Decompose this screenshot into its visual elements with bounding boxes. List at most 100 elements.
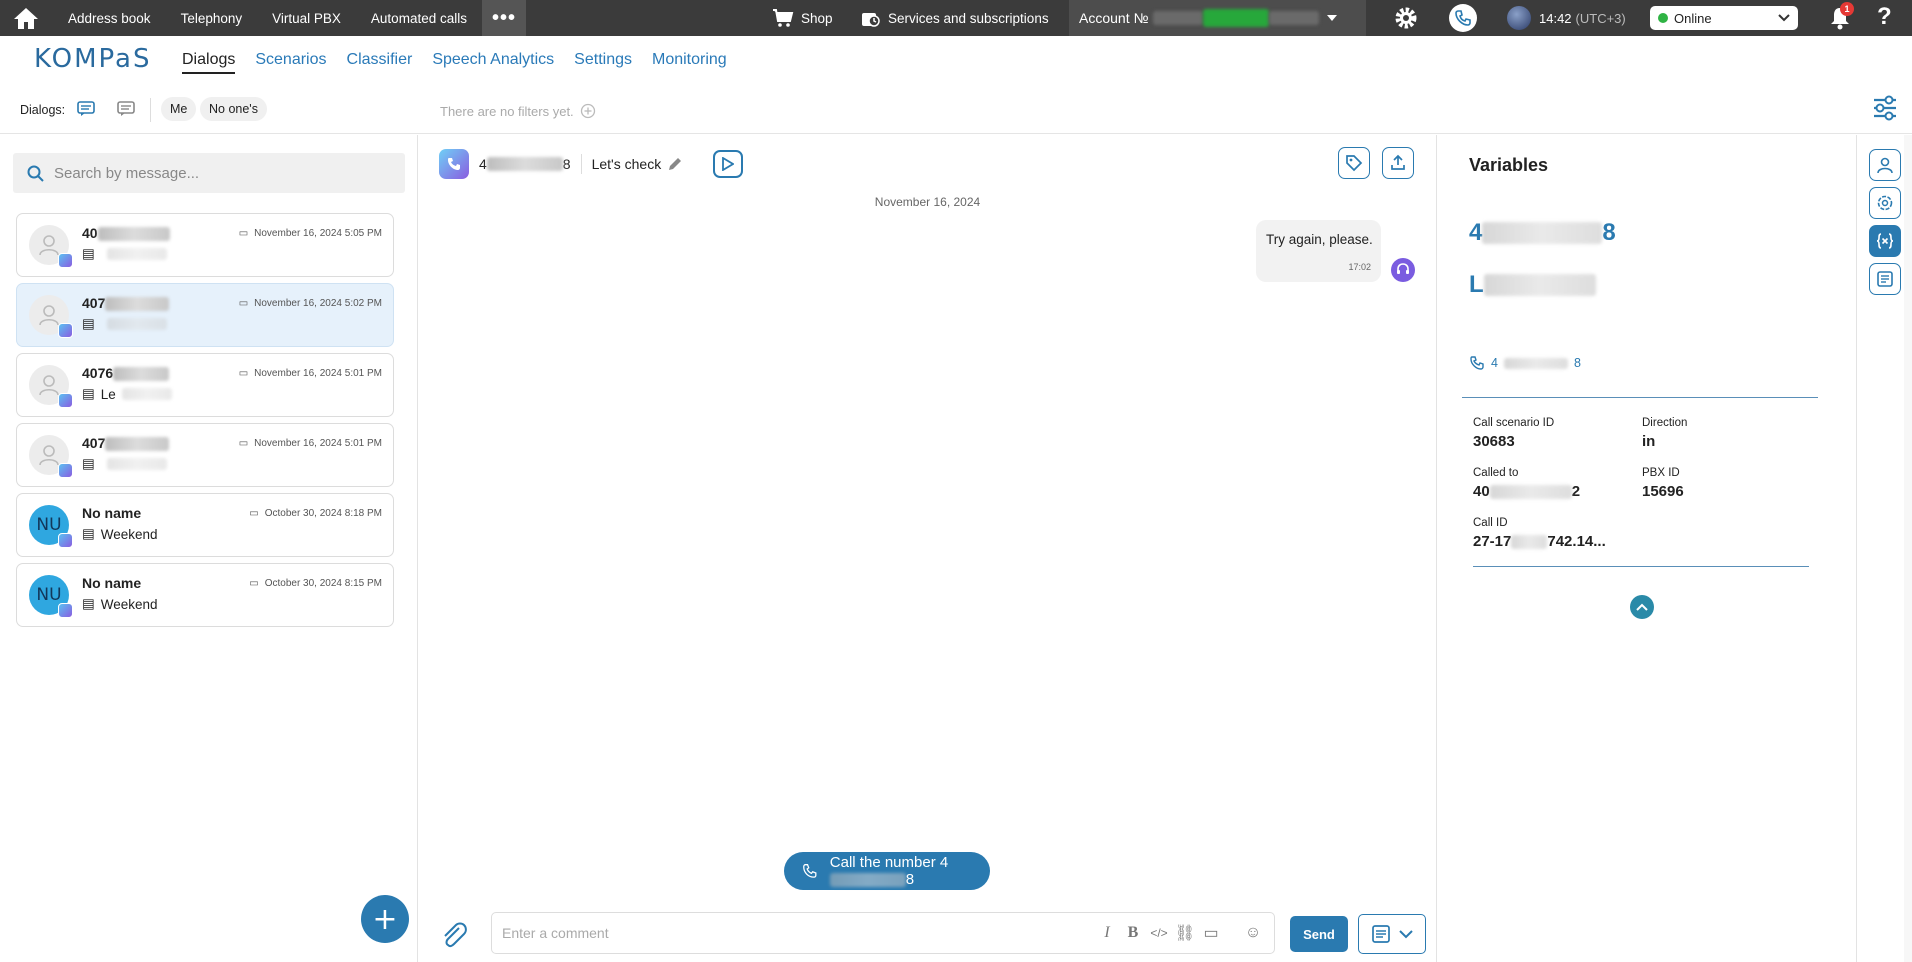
chat-icon: ▭ [249, 578, 259, 589]
tab-monitoring[interactable]: Monitoring [652, 51, 727, 74]
dialog-preview: ▤ Le [82, 386, 172, 402]
pencil-icon[interactable] [667, 156, 683, 172]
comment-box[interactable]: I B </> ⛓ ▭ ☺ [491, 912, 1275, 954]
avatar [29, 435, 73, 478]
date-separator: November 16, 2024 [874, 195, 981, 209]
dialog-preview: ▤ [82, 246, 167, 262]
home-icon[interactable] [0, 0, 52, 36]
call-number-button[interactable]: Call the number 48 [784, 852, 990, 890]
filter-chip-no-ones[interactable]: No one's [200, 97, 267, 121]
side-rail [1856, 135, 1912, 962]
var-called-to: Called to 40 2 [1473, 467, 1581, 500]
play-recording-button[interactable] [713, 150, 744, 178]
dialog-preview: ▤ [82, 456, 167, 472]
scrollbar[interactable] [1904, 135, 1912, 962]
new-dialog-button[interactable]: + [361, 895, 409, 943]
attach-icon[interactable] [439, 920, 469, 953]
format-toolbar: I B </> ⛓ ▭ ☺ [1098, 923, 1262, 943]
comment-input[interactable] [502, 925, 1062, 941]
dialog-preview: ▤ Weekend [82, 596, 158, 612]
filter-my-dialogs-icon[interactable] [72, 97, 100, 121]
user-placeholder-icon [39, 235, 59, 256]
notification-badge: 1 [1840, 2, 1854, 16]
account-name-redacted [1268, 11, 1319, 25]
chat-icon: ▭ [238, 438, 249, 449]
top-bar: Address book Telephony Virtual PBX Autom… [0, 0, 1912, 36]
search-box[interactable] [13, 153, 405, 193]
link-icon[interactable]: ⛓ [1175, 923, 1195, 943]
dialog-item[interactable]: 4076 ▤ Le ▭ November 16, 2024 5:01 PM [16, 353, 394, 417]
templates-button[interactable] [1358, 914, 1426, 954]
rail-ai-button[interactable] [1869, 187, 1901, 219]
topnav-virtual-pbx[interactable]: Virtual PBX [257, 0, 356, 36]
add-filter-icon[interactable] [580, 103, 596, 119]
user-avatar[interactable] [1507, 6, 1531, 30]
scenario-icon: ▤ [82, 456, 95, 471]
topnav-telephony[interactable]: Telephony [166, 0, 258, 36]
gear-icon[interactable] [1393, 5, 1419, 34]
phone-icon [1455, 10, 1471, 26]
contact-phone[interactable]: 48 [1469, 355, 1581, 371]
dialog-date: ▭ November 16, 2024 5:02 PM [238, 298, 382, 309]
call-number-label: Call the number 48 [829, 854, 949, 888]
services-link[interactable]: Services and subscriptions [860, 0, 1049, 36]
phone-icon [1470, 356, 1484, 370]
collapse-button[interactable] [1630, 595, 1654, 619]
dialog-item[interactable]: 407 ▤ ▭ November 16, 2024 5:01 PM [16, 423, 394, 487]
tab-speech-analytics[interactable]: Speech Analytics [432, 51, 554, 74]
rail-contact-button[interactable] [1869, 149, 1901, 181]
topnav-automated-calls[interactable]: Automated calls [356, 0, 482, 36]
dialog-item[interactable]: NU No name ▤ Weekend ▭ October 30, 2024 8:… [16, 563, 394, 627]
chat-icon: ▭ [238, 298, 249, 309]
variables-icon [1876, 233, 1894, 249]
tab-dialogs[interactable]: Dialogs [182, 51, 236, 74]
account-status-redacted [1202, 9, 1269, 27]
main-nav: Dialogs Scenarios Classifier Speech Anal… [182, 51, 727, 74]
chevron-up-icon [1636, 603, 1648, 611]
filter-bar: Dialogs: Me No one's There are no filter… [0, 94, 1912, 134]
shop-link[interactable]: Shop [772, 0, 833, 36]
more-menu-button[interactable]: ••• [481, 0, 526, 36]
dialog-item[interactable]: 40 ▤ ▭ November 16, 2024 5:05 PM [16, 213, 394, 277]
bold-icon[interactable]: B [1124, 923, 1142, 943]
search-input[interactable] [54, 164, 374, 182]
chat-panel: 48 Let's check November 16, 2024 Try aga… [419, 135, 1436, 962]
rail-notes-button[interactable] [1869, 263, 1901, 295]
send-button[interactable]: Send [1290, 916, 1348, 952]
tab-settings[interactable]: Settings [574, 51, 632, 74]
filter-all-dialogs-icon[interactable] [112, 97, 140, 121]
chat-icon: ▭ [238, 368, 249, 379]
time-value: 14:42 [1539, 10, 1572, 26]
dialog-item[interactable]: NU No name ▤ Weekend ▭ October 30, 2024 8:… [16, 493, 394, 557]
quote-icon[interactable]: ▭ [1202, 923, 1220, 943]
tag-button[interactable] [1338, 147, 1370, 179]
softphone-button[interactable] [1449, 4, 1477, 32]
filter-chip-me[interactable]: Me [161, 97, 197, 121]
cart-icon [773, 9, 794, 27]
rail-variables-button[interactable] [1869, 225, 1901, 257]
user-placeholder-icon [39, 445, 59, 466]
tab-scenarios[interactable]: Scenarios [255, 51, 326, 74]
dialogs-filter-label: Dialogs: [20, 103, 66, 117]
tab-classifier[interactable]: Classifier [347, 51, 413, 74]
avatar [29, 225, 73, 268]
help-icon[interactable]: ? [1877, 3, 1892, 31]
dialog-item[interactable]: 407 ▤ ▭ November 16, 2024 5:02 PM [16, 283, 394, 347]
filter-settings-icon[interactable] [1872, 94, 1898, 125]
subscriptions-icon [862, 13, 880, 27]
status-select[interactable]: Online [1650, 6, 1798, 30]
kompas-logo[interactable]: KOMPaS [34, 44, 151, 74]
topnav-address-book[interactable]: Address book [52, 0, 166, 36]
italic-icon[interactable]: I [1098, 923, 1116, 943]
avatar [29, 365, 73, 408]
chevron-down-icon [1326, 15, 1337, 21]
account-selector[interactable]: Account № [1069, 0, 1366, 36]
divider [1462, 397, 1818, 398]
code-icon[interactable]: </> [1150, 923, 1168, 943]
scenario-icon: ▤ [82, 246, 95, 261]
export-button[interactable] [1382, 147, 1414, 179]
emoji-icon[interactable]: ☺ [1244, 923, 1262, 943]
dialog-name: 407 [82, 435, 170, 452]
dialog-date: ▭ October 30, 2024 8:15 PM [249, 578, 382, 589]
chat-title[interactable]: Let's check [592, 156, 684, 172]
